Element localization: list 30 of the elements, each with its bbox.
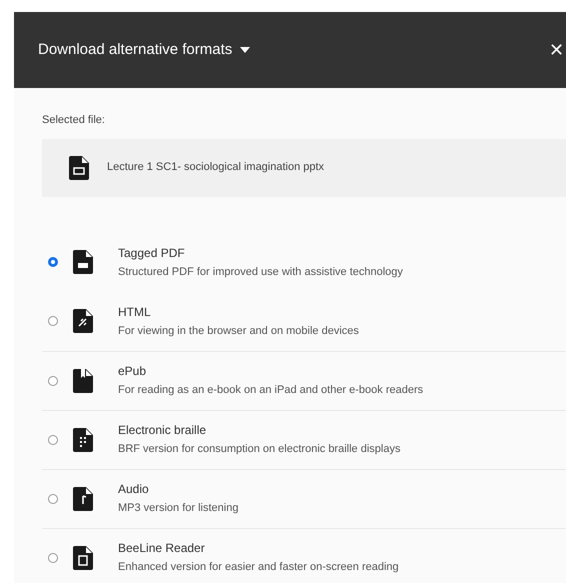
format-title: ePub: [118, 363, 148, 380]
file-icon: [73, 368, 93, 392]
format-title: Tagged PDF: [118, 244, 186, 262]
format-description: Enhanced version for easier and faster on-screen reading: [118, 560, 399, 576]
format-title: BeeLine Reader: [118, 540, 206, 558]
close-button[interactable]: ✕: [549, 41, 564, 59]
format-description: For viewing in the browser and on mobile devices: [118, 324, 359, 339]
file-icon: [73, 309, 93, 333]
radio-button[interactable]: [48, 376, 58, 386]
format-description: For reading as an e-book on an iPad and other e-book readers: [118, 383, 424, 398]
file-icon: [73, 486, 93, 510]
caret-icon[interactable]: [240, 47, 250, 53]
file-icon: [73, 428, 93, 452]
radio-button[interactable]: [48, 316, 58, 326]
format-description: MP3 version for listening: [118, 501, 238, 516]
file-icon: [69, 156, 89, 180]
radio-button[interactable]: [48, 434, 58, 444]
format-description: Structured PDF for improved use with assistive technology: [118, 264, 403, 280]
selected-file-label: Selected file:: [42, 113, 106, 128]
dialog-title: Download alternative formats: [38, 40, 232, 60]
file-icon: [73, 250, 93, 274]
format-title: HTML: [118, 304, 152, 321]
format-title: Electronic braille: [118, 422, 208, 440]
format-description: BRF version for consumption on electronic braille displays: [118, 442, 400, 458]
file-icon: [73, 546, 93, 570]
radio-button[interactable]: [48, 257, 58, 267]
radio-button[interactable]: [48, 552, 58, 562]
format-title: Audio: [118, 481, 150, 498]
file-name: Lecture 1 SC1- sociological imagination pptx: [107, 160, 324, 176]
radio-button[interactable]: [48, 494, 58, 504]
